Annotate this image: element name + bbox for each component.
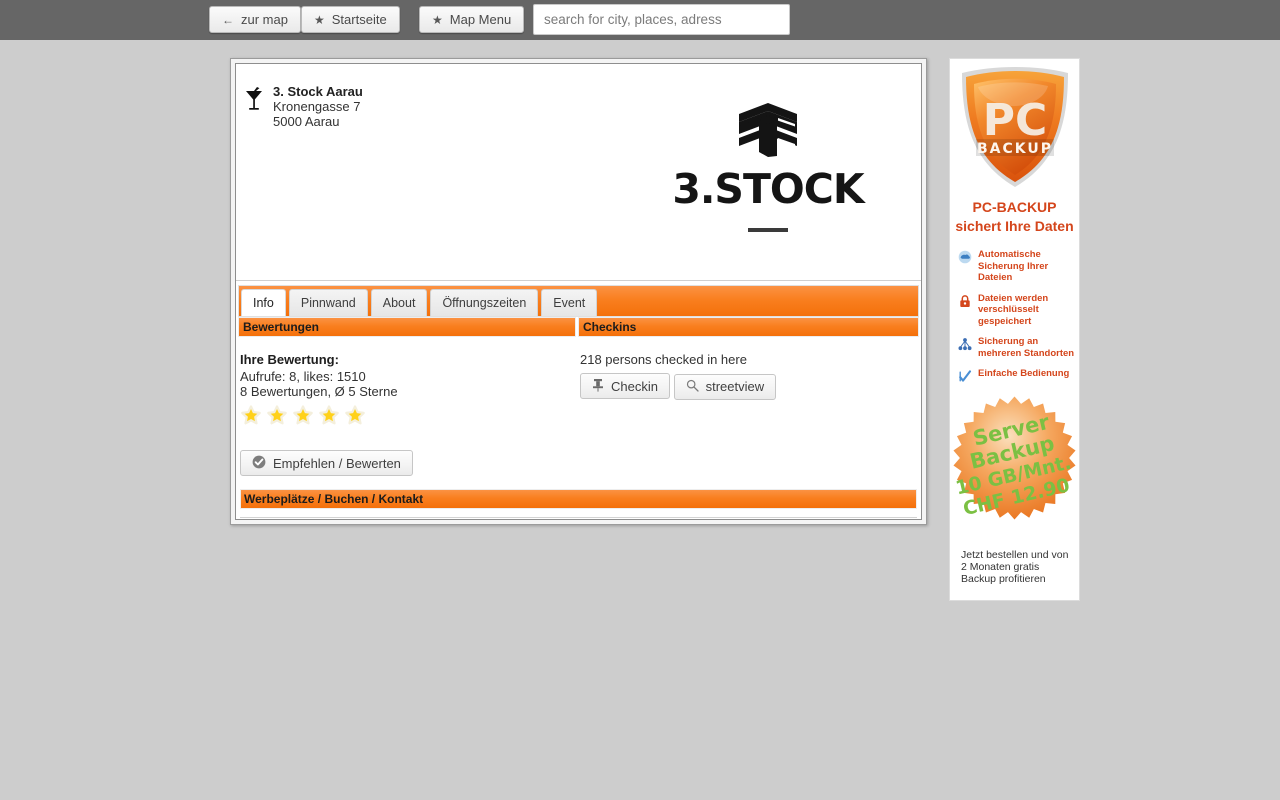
tab-info[interactable]: Info bbox=[241, 289, 286, 316]
tab-label: Event bbox=[553, 296, 586, 310]
venue-header: 3. Stock Aarau Kronengasse 7 5000 Aarau bbox=[244, 84, 363, 129]
checkin-label: Checkin bbox=[611, 378, 658, 394]
tab-label: About bbox=[382, 296, 416, 310]
tab-label: Pinnwand bbox=[300, 296, 356, 310]
checkin-button[interactable]: Checkin bbox=[580, 373, 670, 399]
network-icon bbox=[958, 337, 972, 351]
star-icon[interactable] bbox=[344, 405, 366, 429]
divider bbox=[240, 517, 917, 518]
ad-headline: PC-BACKUP sichert Ihre Daten bbox=[950, 198, 1079, 236]
recommend-rate-button[interactable]: Empfehlen / Bewerten bbox=[240, 450, 413, 476]
checkins-column: 218 persons checked in here Checkin stre… bbox=[578, 345, 919, 476]
ratings-summary: 8 Bewertungen, Ø 5 Sterne bbox=[240, 384, 398, 399]
logo-wordmark: 3.STOCK bbox=[672, 165, 864, 213]
ad-feature-label: Sicherung an mehreren Standorten bbox=[978, 336, 1075, 359]
cloud-sync-icon bbox=[958, 250, 972, 264]
search-input[interactable] bbox=[533, 4, 790, 35]
star-icon[interactable] bbox=[240, 405, 262, 429]
top-toolbar: ← zur map ★ Startseite ★ Map Menu bbox=[0, 0, 1280, 40]
arrow-left-icon: ← bbox=[222, 12, 234, 27]
back-to-map-button[interactable]: ← zur map bbox=[209, 6, 301, 33]
logo-underline bbox=[748, 228, 788, 232]
ad-feature-label: Einfache Bedienung bbox=[978, 368, 1070, 379]
back-to-map-label: zur map bbox=[241, 12, 288, 27]
tab-about[interactable]: About bbox=[370, 289, 428, 316]
page-title: 3. Stock Aarau bbox=[273, 84, 363, 99]
venue-card: 3. Stock Aarau Kronengasse 7 5000 Aarau bbox=[230, 58, 927, 525]
ads-booking-contact-bar[interactable]: Werbeplätze / Buchen / Kontakt bbox=[240, 489, 917, 509]
ad-feature-list: Automatische Sicherung Ihrer Dateien Date… bbox=[958, 249, 1079, 383]
content-columns: Ihre Bewertung: Aufrufe: 8, likes: 1510 … bbox=[238, 345, 919, 476]
ratings-stats: Aufrufe: 8, likes: 1510 bbox=[240, 369, 366, 384]
venue-card-inner: 3. Stock Aarau Kronengasse 7 5000 Aarau bbox=[235, 63, 922, 520]
checkin-count: 218 persons checked in here bbox=[580, 352, 747, 367]
ad-headline-line1: PC-BACKUP bbox=[972, 199, 1057, 215]
tab-bar: Info Pinnwand About Öffnungszeiten Event bbox=[238, 285, 919, 317]
venue-street: Kronengasse 7 bbox=[273, 99, 361, 114]
streetview-button[interactable]: streetview bbox=[673, 373, 777, 400]
sidebar-ad-panel[interactable]: PC BACKUP PC-BACKUP sichert Ihre Daten A… bbox=[949, 58, 1080, 601]
svg-text:PC: PC bbox=[982, 95, 1047, 146]
section-title-bewertungen: Bewertungen bbox=[238, 317, 576, 337]
ad-feature-item: Automatische Sicherung Ihrer Dateien bbox=[958, 249, 1079, 284]
star-icon: ★ bbox=[432, 12, 443, 27]
divider bbox=[236, 280, 921, 281]
tab-label: Öffnungszeiten bbox=[442, 296, 527, 310]
star-icon: ★ bbox=[314, 12, 325, 27]
recommend-rate-label: Empfehlen / Bewerten bbox=[273, 455, 401, 471]
pc-backup-shield-logo: PC BACKUP bbox=[950, 63, 1079, 193]
star-icon[interactable] bbox=[266, 405, 288, 429]
map-menu-label: Map Menu bbox=[449, 12, 512, 27]
tab-event[interactable]: Event bbox=[541, 289, 598, 316]
lock-icon bbox=[958, 294, 972, 308]
check-flag-icon bbox=[958, 369, 972, 383]
tab--ffnungszeiten[interactable]: Öffnungszeiten bbox=[430, 289, 539, 316]
pin-icon bbox=[592, 378, 604, 395]
stacked-floors-icon bbox=[633, 102, 903, 161]
ad-feature-item: Einfache Bedienung bbox=[958, 368, 1079, 383]
cocktail-glass-icon bbox=[244, 86, 264, 112]
section-title-checkins: Checkins bbox=[578, 317, 919, 337]
venue-text-block: 3. Stock Aarau Kronengasse 7 5000 Aarau bbox=[273, 84, 363, 129]
startseite-label: Startseite bbox=[331, 12, 387, 27]
ratings-column: Ihre Bewertung: Aufrufe: 8, likes: 1510 … bbox=[238, 345, 578, 476]
ad-feature-item: Dateien werden verschlüsselt gespeichert bbox=[958, 293, 1079, 328]
ad-feature-item: Sicherung an mehreren Standorten bbox=[958, 336, 1079, 359]
server-backup-price-badge[interactable]: Server Backup 10 GB/Mnt. CHF 12.90 bbox=[950, 393, 1079, 523]
star-rating[interactable] bbox=[240, 405, 578, 429]
startseite-button[interactable]: ★ Startseite bbox=[301, 6, 400, 33]
streetview-label: streetview bbox=[705, 379, 765, 394]
ad-footer-text: Jetzt bestellen und von 2 Monaten gratis… bbox=[961, 549, 1069, 585]
ad-headline-line2: sichert Ihre Daten bbox=[955, 218, 1074, 234]
map-menu-button[interactable]: ★ Map Menu bbox=[419, 6, 525, 33]
svg-text:BACKUP: BACKUP bbox=[976, 141, 1052, 157]
magnifier-icon bbox=[686, 379, 699, 395]
ad-feature-label: Automatische Sicherung Ihrer Dateien bbox=[978, 249, 1049, 283]
venue-logo: 3.STOCK bbox=[633, 102, 903, 232]
check-circle-icon bbox=[252, 455, 266, 472]
tab-pinnwand[interactable]: Pinnwand bbox=[288, 289, 368, 316]
ad-feature-label: Dateien werden verschlüsselt gespeichert bbox=[978, 292, 1049, 327]
venue-city: 5000 Aarau bbox=[273, 114, 340, 129]
ratings-heading: Ihre Bewertung: bbox=[240, 352, 339, 367]
star-icon[interactable] bbox=[292, 405, 314, 429]
tab-label: Info bbox=[253, 296, 274, 310]
section-header-bars: Bewertungen Checkins bbox=[238, 317, 919, 337]
star-icon[interactable] bbox=[318, 405, 340, 429]
